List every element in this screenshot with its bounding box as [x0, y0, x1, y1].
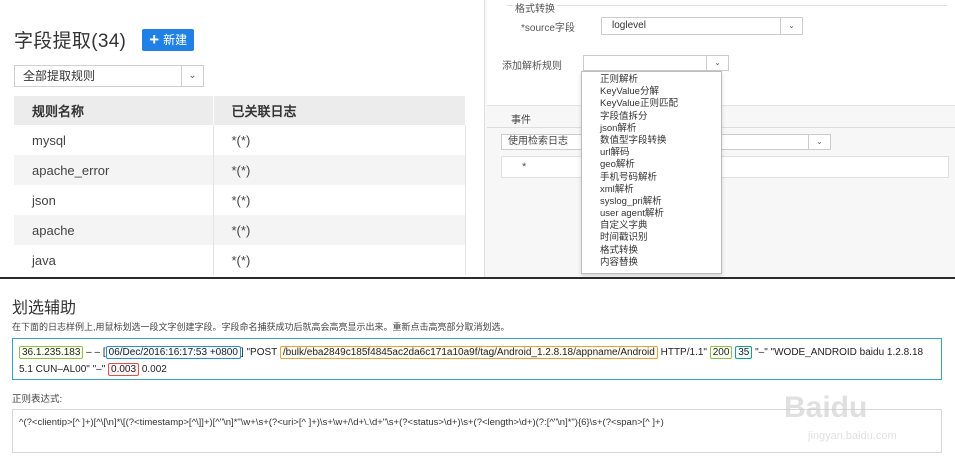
table-row[interactable]: apache_error *(*): [14, 155, 466, 185]
chevron-down-icon[interactable]: ⌄: [808, 135, 830, 149]
menu-item-keyvalue-regex[interactable]: KeyValue正则匹配: [582, 98, 721, 110]
source-field-select[interactable]: loglevel ⌄: [601, 17, 803, 35]
rule-name-cell[interactable]: apache_error: [14, 155, 214, 185]
sample-row: *: [501, 156, 949, 178]
new-rule-button[interactable]: + 新建: [142, 28, 195, 51]
field-extraction-panel: 字段提取(34) + 新建 全部提取规则 ⌄ 规则名称 已关联日志 mysql …: [0, 0, 470, 277]
menu-item-syslog-pri[interactable]: syslog_pri解析: [582, 196, 721, 208]
table-row[interactable]: mysql *(*): [14, 125, 466, 155]
rule-name-cell[interactable]: java: [14, 245, 214, 275]
highlight-status[interactable]: 200: [709, 346, 733, 359]
source-field-value: loglevel: [612, 20, 646, 31]
section-title: 划选辅助: [12, 300, 77, 317]
linked-logs-cell: *(*): [213, 245, 466, 275]
menu-item-xml[interactable]: xml解析: [582, 184, 721, 196]
title-row: 字段提取(34) + 新建: [14, 26, 195, 53]
highlight-span[interactable]: 0.003: [108, 363, 140, 376]
table-header-row: 规则名称 已关联日志: [14, 96, 466, 125]
new-rule-button-label: 新建: [163, 33, 188, 47]
menu-item-keyvalue-split[interactable]: KeyValue分解: [582, 86, 721, 98]
log-text[interactable]: HTTP/1.1": [658, 347, 710, 358]
log-text[interactable]: – – [: [83, 347, 105, 358]
linked-logs-cell: *(*): [213, 155, 466, 185]
menu-item-timestamp[interactable]: 时间戳识别: [582, 232, 721, 244]
menu-item-numeric-convert[interactable]: 数值型字段转换: [582, 135, 721, 147]
source-field-label: *source字段: [521, 23, 575, 34]
add-rule-label: 添加解析规则: [502, 61, 562, 72]
linked-logs-cell: *(*): [213, 215, 466, 245]
rule-table: 规则名称 已关联日志 mysql *(*) apache_error *(*) …: [14, 96, 466, 275]
linked-logs-cell: *(*): [213, 125, 466, 155]
rule-filter-value: 全部提取规则: [23, 69, 96, 83]
section-description: 在下面的日志样例上,用鼠标划选一段文字创建字段。字段命名捕获成功后就高会高亮显示…: [12, 322, 510, 332]
log-sample-box[interactable]: 36.1.235.183 – – [06/Dec/2016:16:17:53 +…: [12, 338, 942, 380]
table-row[interactable]: apache *(*): [14, 215, 466, 245]
menu-item-json[interactable]: json解析: [582, 123, 721, 135]
log-text[interactable]: ] "POST: [241, 347, 280, 358]
menu-item-geo[interactable]: geo解析: [582, 159, 721, 171]
menu-item-user-agent[interactable]: user agent解析: [582, 208, 721, 220]
menu-item-regex[interactable]: 正则解析: [582, 74, 721, 86]
menu-item-phone[interactable]: 手机号码解析: [582, 172, 721, 184]
rule-name-cell[interactable]: json: [14, 185, 214, 215]
table-row[interactable]: json *(*): [14, 185, 466, 215]
rule-name-cell[interactable]: apache: [14, 215, 214, 245]
highlight-timestamp[interactable]: 06/Dec/2016:16:17:53 +0800: [105, 346, 241, 359]
log-text[interactable]: 0.002: [139, 364, 167, 375]
menu-item-content-replace[interactable]: 内容替换: [582, 257, 721, 269]
plus-icon: +: [149, 30, 160, 49]
highlight-length[interactable]: 35: [735, 346, 753, 359]
parse-rule-dropdown: 正则解析 KeyValue分解 KeyValue正则匹配 字段值拆分 json解…: [581, 71, 722, 274]
highlight-uri[interactable]: /bulk/eba2849c185f4845ac2da6c171a10a9f/t…: [279, 346, 658, 359]
regex-field[interactable]: ^(?<clientip>[^ ]+)[^\[\n]*\[(?<timestam…: [12, 409, 942, 453]
chevron-down-icon[interactable]: ⌄: [706, 56, 728, 70]
menu-item-field-split[interactable]: 字段值拆分: [582, 111, 721, 123]
menu-item-custom-dict[interactable]: 自定义字典: [582, 220, 721, 232]
column-header-linked-logs[interactable]: 已关联日志: [213, 96, 466, 125]
rule-name-cell[interactable]: mysql: [14, 125, 214, 155]
chevron-down-icon[interactable]: ⌄: [780, 18, 802, 34]
section-divider: [507, 5, 947, 6]
regex-label: 正则表达式:: [12, 394, 63, 405]
required-marker: *: [522, 161, 527, 173]
menu-item-url-decode[interactable]: url解码: [582, 147, 721, 159]
rule-filter-select[interactable]: 全部提取规则 ⌄: [14, 65, 204, 87]
selection-assist-panel: 划选辅助 在下面的日志样例上,用鼠标划选一段文字创建字段。字段命名捕获成功后就高…: [0, 279, 955, 462]
search-log-value: 使用检索日志: [508, 136, 568, 147]
chevron-down-icon[interactable]: ⌄: [181, 66, 203, 86]
tab-events[interactable]: 事件: [511, 111, 531, 126]
format-section-label: 格式转换: [513, 0, 557, 15]
highlight-clientip[interactable]: 36.1.235.183: [19, 346, 84, 359]
column-header-rule-name[interactable]: 规则名称: [14, 96, 214, 125]
menu-item-format-convert[interactable]: 格式转换: [582, 245, 721, 257]
add-rule-select[interactable]: ⌄: [583, 55, 729, 71]
table-row[interactable]: java *(*): [14, 245, 466, 275]
linked-logs-cell: *(*): [213, 185, 466, 215]
page-title: 字段提取(34): [14, 31, 127, 52]
